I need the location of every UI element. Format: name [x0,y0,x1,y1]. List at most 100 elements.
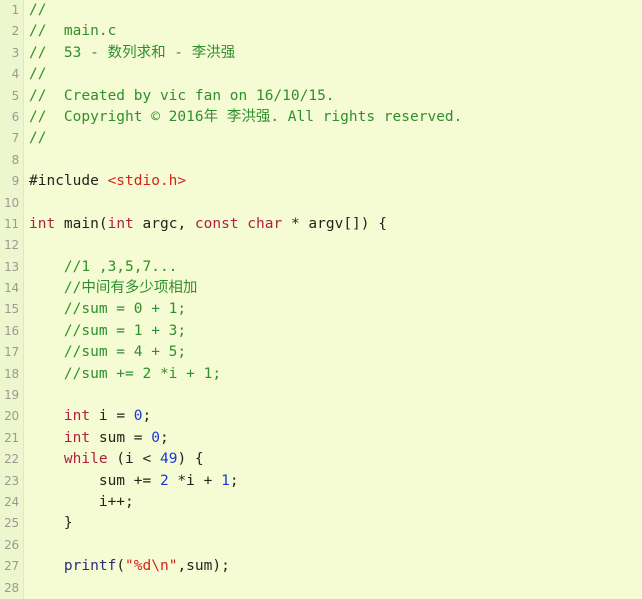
token-comment: //1 ,3,5,7... [29,258,178,275]
token-number: 0 [133,408,143,425]
code-line[interactable]: i++; [29,492,642,513]
code-line[interactable]: //sum = 0 + 1; [29,299,642,320]
code-line[interactable]: //sum = 4 + 5; [29,342,642,363]
token-plain: ) { [177,451,204,468]
line-number: 27 [4,559,19,574]
token-keyword: const [194,215,239,232]
code-line[interactable]: // Created by vic fan on 16/10/15. [29,86,642,107]
token-comment: // [29,2,47,18]
token-keyword: while [63,451,108,468]
code-line[interactable] [29,578,642,599]
code-line[interactable] [29,385,642,406]
line-number: 6 [11,109,20,124]
line-number: 22 [4,452,19,467]
code-line[interactable] [29,150,642,171]
token-comment: // [29,66,47,83]
line-number: 21 [4,430,19,445]
line-number: 14 [4,281,19,296]
line-number: 24 [4,494,19,509]
code-line[interactable]: int main(int argc, const char * argv[]) … [29,214,642,235]
token-comment: // [29,130,47,147]
token-keyword: int [63,429,91,446]
line-number: 9 [11,174,20,189]
line-number: 15 [4,302,19,317]
token-comment: //中间有多少项相加 [29,280,198,297]
code-line[interactable]: // 53 - 数列求和 - 李洪强 [29,43,642,64]
line-number: 28 [4,580,19,595]
token-preproc: #include [29,173,108,190]
code-line[interactable]: //中间有多少项相加 [29,278,642,299]
line-number: 18 [4,366,19,381]
code-line[interactable]: while (i < 49) { [29,449,642,470]
code-line[interactable] [29,193,642,214]
token-plain: (i < [107,451,160,468]
line-number: 16 [4,323,19,338]
code-line[interactable]: int i = 0; [29,406,642,427]
token-plain: } [29,515,73,532]
token-comment: //sum += 2 *i + 1; [29,365,222,382]
token-comment: // Copyright © 2016年 李洪强. All rights res… [29,108,463,125]
token-plain: ; [159,429,169,446]
token-number: 1 [221,472,230,489]
line-number: 25 [4,516,19,531]
token-function: printf [63,558,117,575]
line-number: 4 [11,67,20,82]
code-line[interactable]: #include <stdio.h> [29,171,642,192]
token-plain: i++; [29,493,134,510]
line-number: 12 [4,238,19,253]
code-line[interactable]: sum += 2 *i + 1; [29,471,642,492]
token-plain: ,sum); [177,558,230,575]
token-keyword: int [63,408,91,425]
token-plain: argc, [133,215,195,232]
token-keyword: int [29,215,56,232]
code-line[interactable] [29,235,642,256]
code-line[interactable]: } [29,513,642,534]
token-plain: ( [116,558,126,575]
line-number: 2 [11,24,20,39]
code-line[interactable]: printf("%d\n",sum); [29,556,642,577]
token-plain: * argv[]) { [282,215,387,232]
token-comment: // 53 - 数列求和 - 李洪强 [29,44,236,61]
line-number: 26 [4,537,19,552]
code-line[interactable]: //sum = 1 + 3; [29,321,642,342]
token-comment: //sum = 4 + 5; [29,344,187,361]
code-line[interactable]: // [29,0,642,21]
line-number: 13 [4,259,19,274]
code-line[interactable]: // Copyright © 2016年 李洪强. All rights res… [29,107,642,128]
token-comment: //sum = 1 + 3; [29,322,187,339]
code-line[interactable]: // main.c [29,21,642,42]
code-line[interactable]: // [29,128,642,149]
token-number: 0 [151,429,160,446]
token-plain: sum += [29,472,160,489]
token-number: 2 [159,472,169,489]
token-plain: *i + [168,472,222,489]
line-number: 1 [11,3,20,17]
token-plain: i = [90,408,134,425]
token-string: "%d\n" [125,558,178,575]
token-comment: // main.c [29,23,117,40]
code-editor[interactable]: 1 2 3 4 5 6 7 8 9 10 11 12 13 14 15 16 17 18 19 20 21 22 23 24 2… [0,0,642,599]
line-number-gutter: 1 2 3 4 5 6 7 8 9 10 11 12 13 14 15 16 17 18 19 20 21 22 23 24 2… [0,0,24,599]
token-keyword: char [247,215,283,232]
code-line[interactable]: // [29,64,642,85]
code-line[interactable]: //1 ,3,5,7... [29,257,642,278]
line-number: 10 [4,195,19,210]
token-plain: ; [229,472,239,489]
code-content-area[interactable]: // // main.c // 53 - 数列求和 - 李洪强 // // Create… [25,0,642,599]
line-number: 7 [11,131,20,146]
line-number: 5 [11,88,20,103]
line-number: 17 [4,345,19,360]
code-line[interactable] [29,535,642,556]
token-keyword: int [107,215,134,232]
token-plain: sum = [90,429,152,446]
line-number: 23 [4,473,19,488]
token-comment: //sum = 0 + 1; [29,301,187,318]
code-line[interactable]: //sum += 2 *i + 1; [29,364,642,385]
token-plain: ; [142,408,152,425]
line-number: 8 [11,152,20,167]
code-line[interactable]: int sum = 0; [29,428,642,449]
